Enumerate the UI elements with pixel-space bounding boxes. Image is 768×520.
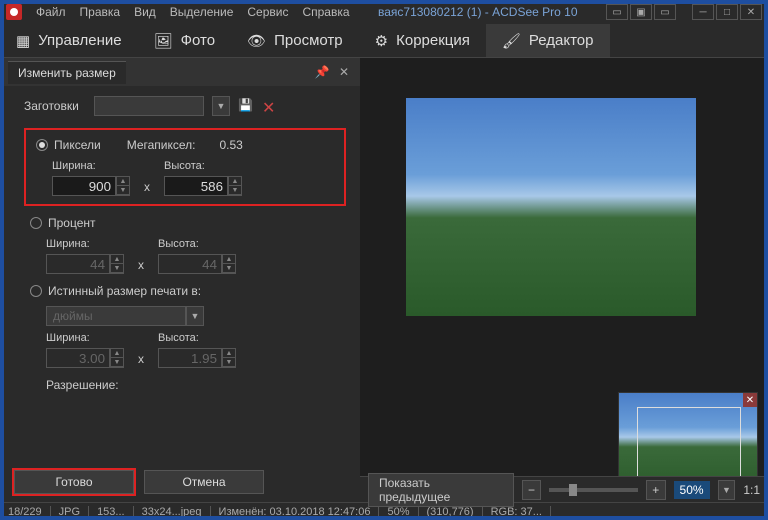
megapixel-value: 0.53 bbox=[220, 138, 243, 152]
pin-icon[interactable]: 📌 bbox=[314, 64, 330, 80]
px-height-label: Высота: bbox=[164, 160, 242, 172]
pct-width-input bbox=[46, 254, 110, 274]
maximize-button[interactable]: □ bbox=[716, 4, 738, 20]
status-position: 18/229 bbox=[0, 506, 51, 518]
window-title: ваяс713080212 (1) - ACDSee Pro 10 bbox=[364, 5, 592, 19]
photo-icon: 🖼 bbox=[154, 32, 173, 50]
radio-pixels[interactable] bbox=[36, 139, 48, 151]
tab-develop[interactable]: ⚙ Коррекция bbox=[359, 24, 486, 57]
delete-preset-icon[interactable]: ✕ bbox=[262, 98, 278, 114]
layout-btn-3[interactable]: ▭ bbox=[654, 4, 676, 20]
menu-edit[interactable]: Правка bbox=[80, 5, 121, 19]
px-width-spinner[interactable]: ▲▼ bbox=[116, 176, 130, 196]
grid-icon: ▦ bbox=[16, 32, 30, 50]
percent-label: Процент bbox=[48, 216, 96, 230]
layout-btn-1[interactable]: ▭ bbox=[606, 4, 628, 20]
px-height-input[interactable] bbox=[164, 176, 228, 196]
resolution-label: Разрешение: bbox=[46, 378, 346, 392]
status-rgb: RGB: 37... bbox=[483, 506, 551, 518]
navigator-close-icon[interactable]: ✕ bbox=[743, 393, 757, 407]
tab-photo[interactable]: 🖼 Фото bbox=[138, 24, 232, 57]
menu-help[interactable]: Справка bbox=[302, 5, 349, 19]
print-width-label: Ширина: bbox=[46, 332, 124, 344]
navigator-viewport[interactable] bbox=[637, 407, 741, 481]
show-previous-button[interactable]: Показать предыдущее bbox=[368, 473, 514, 507]
pct-height-spinner: ▲▼ bbox=[222, 254, 236, 274]
status-coords: (310,776) bbox=[419, 506, 483, 518]
unit-dropdown: ▼ bbox=[186, 306, 204, 326]
presets-label: Заготовки bbox=[24, 99, 86, 113]
status-dimensions: 33x24...jpeg bbox=[134, 506, 211, 518]
x-separator: x bbox=[144, 180, 150, 196]
tab-view[interactable]: 👁 Просмотр bbox=[231, 24, 359, 57]
print-height-label: Высота: bbox=[158, 332, 236, 344]
pct-width-spinner: ▲▼ bbox=[110, 254, 124, 274]
unit-combo: дюймы bbox=[46, 306, 186, 326]
pct-width-label: Ширина: bbox=[46, 238, 124, 250]
pct-height-input bbox=[158, 254, 222, 274]
pixels-section-highlight: Пиксели Мегапиксел: 0.53 Ширина: ▲▼ x Вы bbox=[24, 128, 346, 206]
eye-icon: 👁 bbox=[247, 32, 266, 50]
pixels-label: Пиксели bbox=[54, 138, 101, 152]
zoom-dropdown[interactable]: ▼ bbox=[718, 480, 736, 500]
px-width-input[interactable] bbox=[52, 176, 116, 196]
menu-tools[interactable]: Сервис bbox=[247, 5, 288, 19]
panel-close-icon[interactable]: ✕ bbox=[336, 64, 352, 80]
minimize-button[interactable]: ─ bbox=[692, 4, 714, 20]
megapixel-label: Мегапиксел: bbox=[127, 138, 196, 152]
print-height-input bbox=[158, 348, 222, 368]
menu-file[interactable]: Файл bbox=[36, 5, 66, 19]
layout-btn-2[interactable]: ▣ bbox=[630, 4, 652, 20]
sliders-icon: ⚙ bbox=[375, 32, 388, 50]
print-label: Истинный размер печати в: bbox=[48, 284, 201, 298]
cancel-button[interactable]: Отмена bbox=[144, 470, 264, 494]
radio-print[interactable] bbox=[30, 285, 42, 297]
status-modified: Изменён: 03.10.2018 12:47:06 bbox=[211, 506, 380, 518]
status-filesize: 153... bbox=[89, 506, 134, 518]
presets-dropdown[interactable]: ▼ bbox=[212, 96, 230, 116]
close-button[interactable]: ✕ bbox=[740, 4, 762, 20]
app-icon bbox=[6, 4, 22, 20]
save-preset-icon[interactable]: 💾 bbox=[238, 98, 254, 114]
zoom-in-button[interactable]: + bbox=[646, 480, 666, 500]
px-width-label: Ширина: bbox=[52, 160, 130, 172]
print-width-input bbox=[46, 348, 110, 368]
status-zoom: 50% bbox=[379, 506, 418, 518]
status-format: JPG bbox=[51, 506, 89, 518]
zoom-percent[interactable]: 50% bbox=[674, 481, 710, 499]
zoom-out-button[interactable]: − bbox=[522, 480, 542, 500]
zoom-slider[interactable] bbox=[549, 488, 638, 492]
image-canvas[interactable] bbox=[406, 98, 696, 316]
fit-11-button[interactable]: 1:1 bbox=[743, 483, 760, 497]
done-button[interactable]: Готово bbox=[14, 470, 134, 494]
brush-icon: 🖌 bbox=[502, 32, 521, 50]
pct-height-label: Высота: bbox=[158, 238, 236, 250]
panel-title: Изменить размер bbox=[8, 61, 126, 84]
px-height-spinner[interactable]: ▲▼ bbox=[228, 176, 242, 196]
tab-edit[interactable]: 🖌 Редактор bbox=[486, 24, 610, 57]
presets-combo[interactable] bbox=[94, 96, 204, 116]
tab-manage[interactable]: ▦ Управление bbox=[0, 24, 138, 57]
menu-select[interactable]: Выделение bbox=[170, 5, 234, 19]
radio-percent[interactable] bbox=[30, 217, 42, 229]
menu-view[interactable]: Вид bbox=[134, 5, 156, 19]
